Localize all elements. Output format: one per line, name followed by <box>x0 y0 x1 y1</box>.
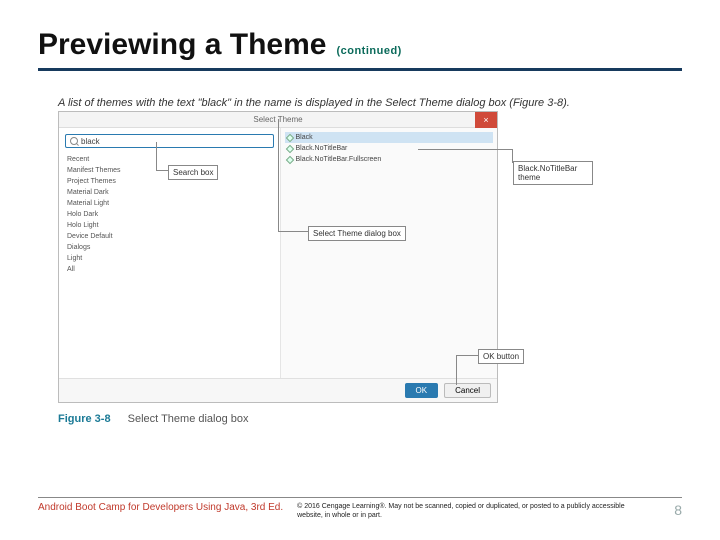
search-input-wrap[interactable] <box>65 134 274 148</box>
page-title: Previewing a Theme <box>38 28 326 62</box>
list-item[interactable]: Device Default <box>67 231 274 242</box>
title-rule <box>38 68 682 71</box>
search-icon <box>70 137 78 145</box>
figure-label: Figure 3-8 Select Theme dialog box <box>58 413 682 425</box>
list-item[interactable]: Holo Light <box>67 220 274 231</box>
callout-select-theme: Select Theme dialog box <box>308 226 406 241</box>
slide-footer: Android Boot Camp for Developers Using J… <box>38 497 682 520</box>
right-pane: Black Black.NoTitleBar Black.NoTitleBar.… <box>281 128 498 378</box>
list-item-label: Black <box>296 132 313 143</box>
figure-number: Figure 3-8 <box>58 413 111 425</box>
list-item-label: Black.NoTitleBar <box>296 143 348 154</box>
page-subtitle: (continued) <box>336 45 401 57</box>
close-button[interactable]: × <box>475 112 497 128</box>
callout-line <box>456 355 457 385</box>
figure-caption: Select Theme dialog box <box>128 413 249 425</box>
copyright-text: © 2016 Cengage Learning®. May not be sca… <box>297 502 640 520</box>
callout-right-theme: Black.NoTitleBar theme <box>513 161 593 185</box>
footer-rule <box>38 497 682 498</box>
dialog-footer: OK Cancel <box>59 378 497 402</box>
list-item[interactable]: Light <box>67 253 274 264</box>
lead-caption: A list of themes with the text "black" i… <box>58 97 682 109</box>
list-item[interactable]: Dialogs <box>67 242 274 253</box>
callout-line <box>278 119 279 231</box>
page-number: 8 <box>674 502 682 518</box>
theme-icon <box>285 133 293 141</box>
callout-line <box>456 355 478 356</box>
callout-line <box>156 170 168 171</box>
figure-wrap: Select Theme × Recent Manifest Themes Pr… <box>58 111 618 403</box>
list-item[interactable]: All <box>67 264 274 275</box>
list-item[interactable]: Black.NoTitleBar.Fullscreen <box>285 154 494 165</box>
cancel-button[interactable]: Cancel <box>444 383 491 398</box>
callout-ok-button: OK button <box>478 349 524 364</box>
callout-search: Search box <box>168 165 218 180</box>
list-item[interactable]: Material Light <box>67 198 274 209</box>
list-item[interactable]: Black <box>285 132 494 143</box>
theme-icon <box>285 155 293 163</box>
list-item[interactable]: Material Dark <box>67 187 274 198</box>
callout-line <box>456 389 457 390</box>
callout-line <box>418 149 513 150</box>
callout-line <box>278 231 308 232</box>
list-item[interactable]: Holo Dark <box>67 209 274 220</box>
callout-line <box>512 149 513 163</box>
theme-icon <box>285 144 293 152</box>
list-item-label: Black.NoTitleBar.Fullscreen <box>296 154 382 165</box>
ok-button[interactable]: OK <box>405 383 439 398</box>
callout-line <box>156 142 157 170</box>
search-input[interactable] <box>81 137 269 146</box>
book-title: Android Boot Camp for Developers Using J… <box>38 502 283 513</box>
list-item[interactable]: Recent <box>67 154 274 165</box>
